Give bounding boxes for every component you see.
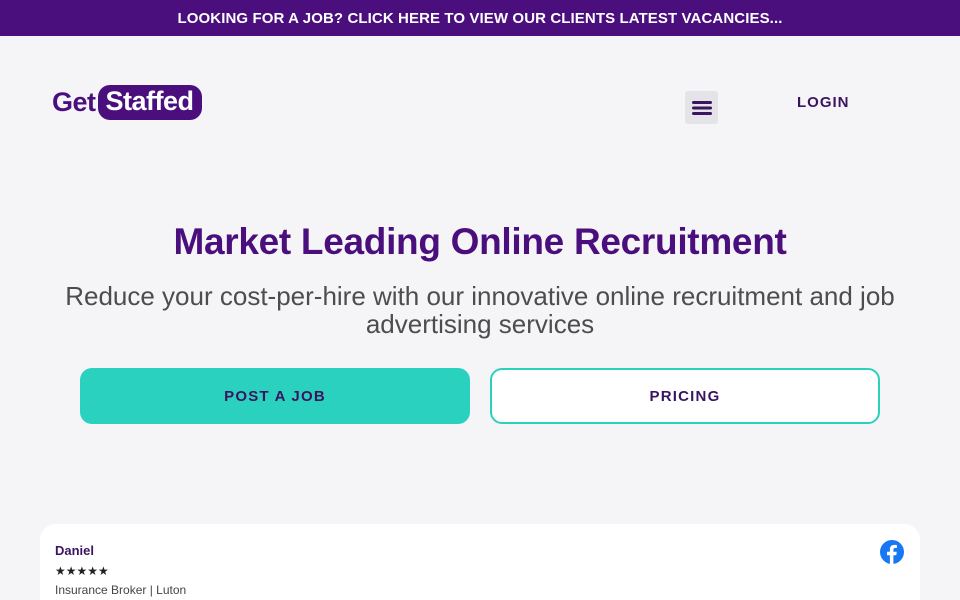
reviewer-name: Daniel (55, 543, 95, 558)
post-job-button[interactable]: POST A JOB (80, 368, 470, 424)
star-rating: ★★★★★ (55, 564, 109, 578)
vacancies-link[interactable]: LOOKING FOR A JOB? CLICK HERE TO VIEW OU… (178, 10, 783, 27)
menu-button[interactable] (685, 91, 718, 124)
hero-title: Market Leading Online Recruitment (173, 221, 787, 262)
review-card: Daniel ★★★★★ Insurance Broker | Luton (40, 524, 920, 600)
hamburger-icon (691, 100, 712, 115)
announcement-bar: LOOKING FOR A JOB? CLICK HERE TO VIEW OU… (0, 0, 960, 36)
login-link[interactable]: LOGIN (797, 94, 850, 111)
reviewer-role: Insurance Broker | Luton (55, 583, 187, 597)
hero-subtitle: Reduce your cost-per-hire with our innov… (65, 281, 895, 339)
logo[interactable]: Get Staffed (52, 83, 202, 121)
pricing-button[interactable]: PRICING (490, 368, 880, 424)
logo-text-staffed: Staffed (97, 84, 202, 120)
logo-text-get: Get (52, 86, 96, 117)
facebook-icon (880, 540, 904, 564)
